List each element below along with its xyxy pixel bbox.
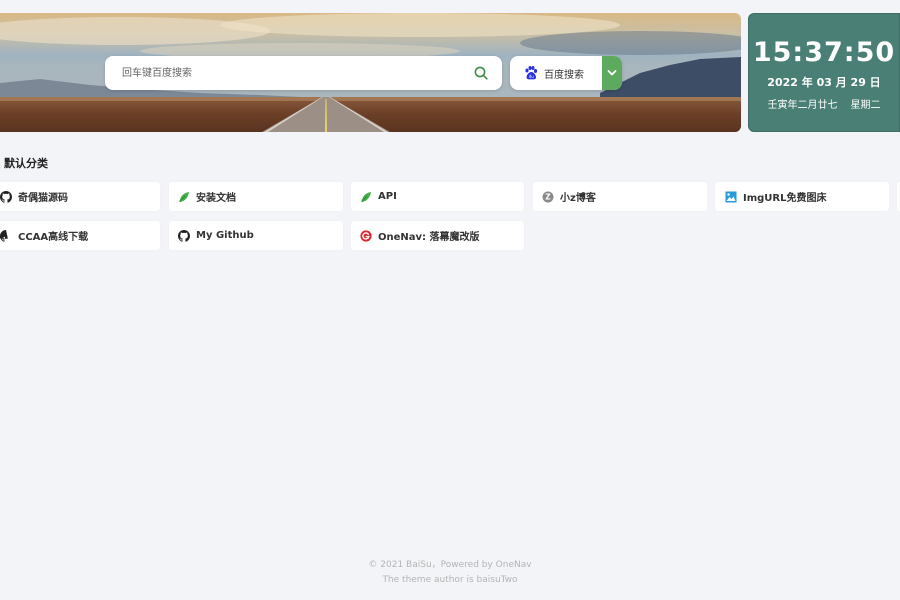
link-label: My Github [196,230,254,241]
search-engine-label: 百度搜索 [544,69,584,81]
baidu-paw-icon: du [525,66,538,80]
category-title: 默认分类 [4,157,48,170]
footer-copyright: © 2021 BaiSu，Powered by OneNav [368,560,532,570]
clock-time: 15:37:50 [752,37,896,68]
search-icon [474,66,488,80]
search-button[interactable] [466,56,496,90]
footer-theme-author: The theme author is baisuTwo [382,575,518,585]
link-label: 安装文档 [196,193,236,204]
search-engine-button[interactable]: du 百度搜索 [510,56,602,90]
link-label: ImgURL免费图床 [743,193,827,204]
page: du 百度搜索 15:37:50 2022 年 03 月 29 日 壬寅年二月廿… [0,0,900,600]
search-engine-dropdown[interactable] [602,56,622,90]
svg-text:Z: Z [545,192,551,201]
chevron-down-icon [607,70,617,76]
link-card[interactable]: CCAA高线下载 [0,221,160,250]
github-icon [0,190,12,203]
link-card[interactable]: ImgURL免费图床 [715,182,889,211]
github-icon [178,229,190,242]
footer: © 2021 BaiSu，Powered by OneNav The theme… [0,558,900,588]
clock-widget: 15:37:50 2022 年 03 月 29 日 壬寅年二月廿七 星期二 [748,13,900,132]
github-icon [0,229,12,242]
link-card[interactable]: My Github [169,221,343,250]
header-banner: du 百度搜索 [0,13,741,132]
link-card[interactable]: API [351,182,524,211]
z-circle-icon: Z [542,191,554,203]
link-label: 小z博客 [560,193,596,204]
clock-date: 2022 年 03 月 29 日 [767,76,881,89]
link-card[interactable]: 奇偶猫源码 [0,182,160,211]
leaf-icon [178,191,190,203]
link-card[interactable]: 安装文档 [169,182,343,211]
clock-lunar-date: 壬寅年二月廿七 [767,100,838,111]
clock-lunar-row: 壬寅年二月廿七 星期二 [749,96,899,111]
svg-text:du: du [529,74,535,79]
onenav-icon [360,229,372,242]
image-icon [725,191,737,203]
clock-weekday: 星期二 [850,100,881,111]
link-card[interactable]: OneNav: 落幕魔改版 [351,221,524,250]
link-label: 奇偶猫源码 [18,193,68,204]
search-input[interactable] [105,56,466,90]
link-label: OneNav: 落幕魔改版 [378,232,480,243]
link-label: CCAA高线下载 [18,232,89,243]
leaf-icon [360,191,372,203]
link-label: API [378,191,397,202]
search-engine-selector: du 百度搜索 [510,56,622,90]
search-box [105,56,502,90]
link-card[interactable]: Z 小z博客 [533,182,707,211]
